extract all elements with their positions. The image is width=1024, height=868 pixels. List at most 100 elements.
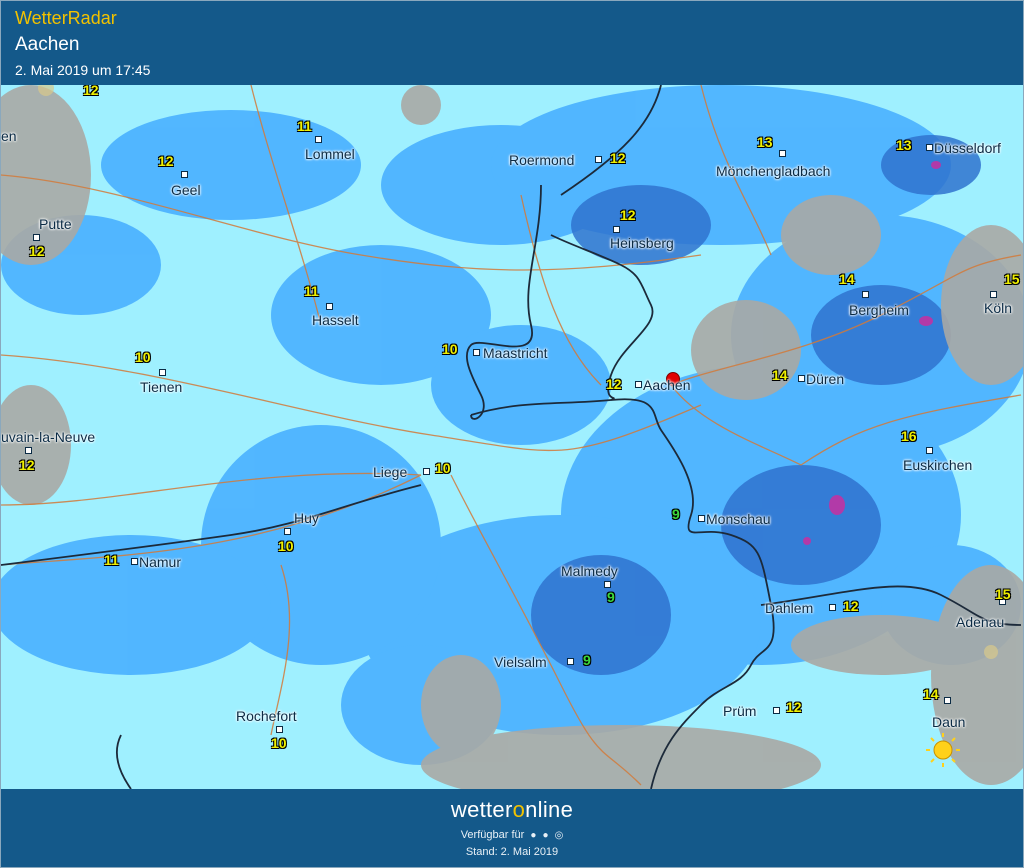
city-label: Düsseldorf (934, 140, 1001, 156)
city-label: Roermond (509, 152, 575, 168)
brand-text: wetter (450, 797, 513, 822)
city-marker (131, 558, 138, 565)
temperature-value: 10 (278, 538, 294, 554)
city-label: Hasselt (312, 312, 359, 328)
city-label: Namur (139, 554, 182, 570)
city-label: Monschau (706, 511, 771, 527)
city-label: Dahlem (765, 600, 814, 616)
city-marker (944, 697, 951, 704)
city-marker (315, 136, 322, 143)
city-marker (159, 369, 166, 376)
availability-line: Verfügbar für ● ● ◎ (1, 829, 1023, 841)
city-label: Aachen (643, 377, 691, 393)
city-marker (798, 375, 805, 382)
city-label: Heinsberg (610, 235, 674, 251)
timestamp: 2. Mai 2019 um 17:45 (15, 62, 151, 78)
city-marker (33, 234, 40, 241)
temperature-value: 11 (297, 118, 312, 134)
radar-map[interactable]: en Lommel Roermond Mönchengladbach Düsse… (1, 85, 1023, 789)
location-title: Aachen (15, 34, 80, 55)
temperature-value: 12 (19, 457, 35, 473)
header: WetterRadar Aachen 2. Mai 2019 um 17:45 (1, 1, 1023, 85)
radar-layer (1, 85, 1023, 789)
temperature-value: 12 (158, 153, 174, 169)
city-marker (567, 658, 574, 665)
city-marker (25, 447, 32, 454)
city-label: Tienen (140, 379, 183, 395)
temperature-value: 13 (896, 137, 912, 153)
city-marker (862, 291, 869, 298)
city-marker (926, 447, 933, 454)
temperature-value: 10 (135, 349, 151, 365)
brand-logo[interactable]: wetteronline (1, 797, 1023, 823)
temperature-value: 12 (83, 85, 99, 98)
city-label: Malmedy (561, 563, 618, 579)
city-label: Euskirchen (903, 457, 973, 473)
city-marker (595, 156, 602, 163)
city-label: Adenau (956, 614, 1005, 630)
temperature-value: 12 (610, 150, 626, 166)
temperature-value: 13 (757, 134, 773, 150)
city-label: Huy (294, 510, 319, 526)
android-icon[interactable]: ● (530, 830, 536, 841)
temperature-value: 12 (786, 699, 802, 715)
city-marker (698, 515, 705, 522)
temperature-value: 10 (442, 341, 458, 357)
city-marker (773, 707, 780, 714)
city-marker (635, 381, 642, 388)
city-label: Mönchengladbach (716, 163, 831, 179)
city-label: Putte (39, 216, 72, 232)
temperature-value: 14 (923, 686, 939, 702)
app-title: WetterRadar (15, 8, 117, 28)
app-frame: WetterRadar Aachen 2. Mai 2019 um 17:45 (0, 0, 1024, 868)
city-label: Bergheim (849, 302, 909, 318)
city-label: Rochefort (236, 708, 297, 724)
web-icon[interactable]: ◎ (555, 830, 564, 841)
brand-text: nline (525, 797, 574, 822)
temperature-value: 12 (620, 207, 636, 223)
temperature-value: 9 (607, 589, 615, 605)
city-label: Liege (373, 464, 408, 480)
temperature-value: 15 (1004, 271, 1020, 287)
update-date: Stand: 2. Mai 2019 (465, 846, 559, 858)
city-marker (181, 171, 188, 178)
city-label: Vielsalm (494, 654, 547, 670)
city-marker (829, 604, 836, 611)
city-label: Köln (984, 300, 1013, 316)
footer: wetteronline Verfügbar für ● ● ◎ Stand: … (1, 789, 1023, 867)
city-label: Düren (806, 371, 845, 387)
temperature-value: 12 (843, 598, 859, 614)
city-marker (926, 144, 933, 151)
city-marker (779, 150, 786, 157)
city-label: Prüm (723, 703, 757, 719)
temperature-value: 9 (583, 652, 591, 668)
city-marker (423, 468, 430, 475)
apple-icon[interactable]: ● (542, 830, 548, 841)
temperature-value: 16 (901, 428, 917, 444)
city-marker (613, 226, 620, 233)
brand-text-accent: o (512, 797, 526, 822)
city-marker (604, 581, 611, 588)
city-label: Geel (171, 182, 201, 198)
temperature-value: 15 (995, 586, 1011, 602)
temperature-value: 14 (839, 271, 855, 287)
city-label: uvain-la-Neuve (1, 429, 96, 445)
temperature-value: 14 (772, 367, 788, 383)
temperature-value: 10 (271, 735, 287, 751)
temperature-value: 11 (104, 552, 119, 568)
temperature-value: 11 (304, 283, 319, 299)
availability-label: Verfügbar für (460, 829, 525, 841)
city-marker (473, 349, 480, 356)
city-label: Daun (932, 714, 966, 730)
city-label: en (1, 128, 17, 144)
temperature-value: 12 (606, 376, 622, 392)
temperature-value: 12 (29, 243, 45, 259)
temperature-value: 10 (435, 460, 451, 476)
city-label: Lommel (305, 146, 355, 162)
city-marker (990, 291, 997, 298)
city-marker (326, 303, 333, 310)
city-label: Maastricht (483, 345, 548, 361)
city-marker (276, 726, 283, 733)
city-marker (284, 528, 291, 535)
temperature-value: 9 (672, 506, 680, 522)
